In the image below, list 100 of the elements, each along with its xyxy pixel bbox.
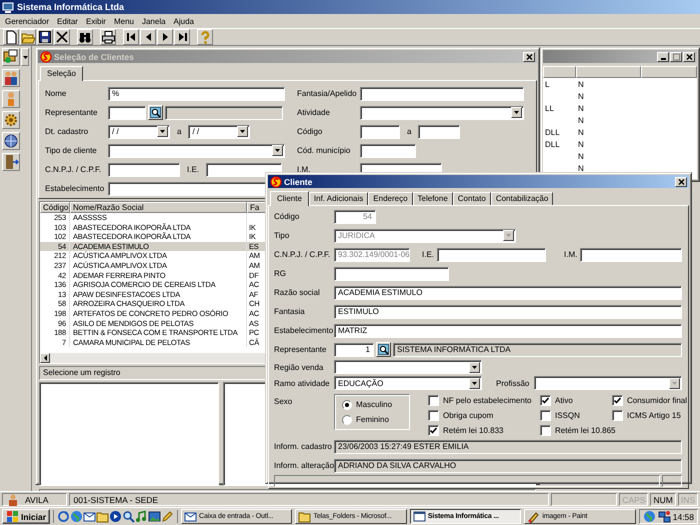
tab[interactable]: Contabilização bbox=[490, 192, 554, 205]
tab[interactable]: Endereço bbox=[368, 192, 413, 205]
close-button[interactable] bbox=[683, 52, 695, 62]
column-header[interactable] bbox=[543, 66, 576, 78]
scroll-left-button[interactable] bbox=[40, 353, 50, 363]
input-field[interactable] bbox=[360, 86, 524, 100]
dropdown-field[interactable] bbox=[360, 106, 524, 120]
menu-item[interactable]: Menu bbox=[110, 16, 138, 26]
field-label: Profissão bbox=[496, 378, 530, 388]
delete-button[interactable] bbox=[54, 29, 70, 45]
close-button[interactable] bbox=[675, 176, 687, 186]
menu-item[interactable]: Janela bbox=[138, 16, 170, 26]
next-record-button[interactable] bbox=[157, 29, 173, 45]
input-field[interactable] bbox=[418, 124, 460, 138]
column-header[interactable] bbox=[641, 66, 697, 78]
pencil-icon[interactable] bbox=[161, 510, 174, 523]
checkbox[interactable] bbox=[612, 410, 623, 421]
menu-item[interactable]: Ajuda bbox=[170, 16, 198, 26]
tab[interactable]: Seleção bbox=[40, 66, 83, 81]
field-label: Atividade bbox=[297, 108, 331, 117]
date-field[interactable]: / / bbox=[108, 124, 170, 138]
dropdown-field[interactable] bbox=[334, 360, 482, 374]
tab[interactable]: Telefone bbox=[412, 192, 453, 205]
table-cell: N bbox=[578, 104, 584, 113]
previous-record-button[interactable] bbox=[140, 29, 156, 45]
dropdown-button[interactable] bbox=[157, 126, 168, 137]
globe-button[interactable] bbox=[2, 132, 20, 150]
input-field[interactable] bbox=[360, 144, 416, 158]
first-record-button[interactable] bbox=[123, 29, 139, 45]
tab[interactable]: Cliente bbox=[270, 191, 309, 206]
logo-icon bbox=[270, 176, 282, 188]
checkbox[interactable] bbox=[428, 410, 439, 421]
binoculars-button[interactable] bbox=[77, 29, 93, 45]
input-field[interactable] bbox=[206, 162, 282, 176]
field-label: Nome bbox=[45, 89, 68, 98]
save-button[interactable] bbox=[37, 29, 53, 45]
dropdown-button[interactable] bbox=[237, 126, 248, 137]
radio-button[interactable] bbox=[342, 400, 352, 410]
exit-door-button[interactable] bbox=[2, 153, 20, 171]
input-field[interactable] bbox=[437, 248, 546, 262]
new-document-button[interactable] bbox=[3, 29, 19, 45]
column-header[interactable]: Nome/Razão Social bbox=[70, 202, 247, 213]
close-button[interactable] bbox=[523, 52, 535, 62]
input-field[interactable] bbox=[580, 248, 682, 262]
help-button[interactable] bbox=[197, 29, 213, 45]
checkmark-icon bbox=[613, 396, 622, 405]
column-header[interactable]: Código bbox=[40, 202, 70, 213]
gear-button[interactable] bbox=[2, 111, 20, 129]
input-field[interactable]: 1 bbox=[334, 342, 374, 356]
date-field[interactable]: / / bbox=[188, 124, 250, 138]
dropdown-button[interactable] bbox=[469, 362, 480, 372]
column-header[interactable] bbox=[576, 66, 641, 78]
lookup-button[interactable] bbox=[376, 342, 391, 357]
readonly-field[interactable] bbox=[165, 106, 283, 120]
menu-item[interactable]: Exibir bbox=[82, 16, 110, 26]
play-icon[interactable] bbox=[109, 510, 122, 523]
folder-icon[interactable] bbox=[96, 510, 110, 523]
open-folder-button[interactable] bbox=[20, 29, 36, 45]
dropdown-button[interactable] bbox=[21, 48, 29, 66]
printer-button[interactable] bbox=[100, 29, 116, 45]
readonly-field[interactable]: ADRIANO DA SILVA CARVALHO bbox=[334, 458, 682, 472]
lookup-button[interactable] bbox=[148, 105, 163, 120]
checkbox[interactable] bbox=[428, 395, 439, 406]
readonly-field[interactable]: SISTEMA INFORMÁTICA LTDA bbox=[393, 342, 682, 356]
checkbox[interactable] bbox=[612, 395, 623, 406]
last-record-button[interactable] bbox=[174, 29, 190, 45]
dropdown-button[interactable] bbox=[511, 107, 522, 118]
tab[interactable]: Contato bbox=[452, 192, 491, 205]
checkbox[interactable] bbox=[540, 425, 551, 436]
landscape-icon[interactable] bbox=[148, 510, 162, 523]
max-button[interactable] bbox=[670, 52, 682, 62]
people-button[interactable] bbox=[2, 69, 20, 87]
input-field[interactable]: MATRIZ bbox=[334, 324, 682, 338]
menu-item[interactable]: Editar bbox=[53, 16, 82, 26]
menu-item[interactable]: Gerenciador bbox=[1, 16, 54, 26]
min-button[interactable] bbox=[657, 52, 669, 62]
checkbox[interactable] bbox=[428, 425, 439, 436]
dropdown-button[interactable] bbox=[272, 145, 283, 156]
tab[interactable]: Inf. Adicionais bbox=[308, 192, 368, 205]
input-field[interactable] bbox=[360, 124, 400, 138]
dropdown-field[interactable] bbox=[108, 144, 285, 158]
input-field[interactable] bbox=[108, 162, 180, 176]
input-field[interactable] bbox=[334, 266, 449, 280]
input-field[interactable] bbox=[108, 106, 146, 120]
person-button[interactable] bbox=[2, 90, 20, 108]
checkbox[interactable] bbox=[540, 395, 551, 406]
input-field[interactable]: % bbox=[108, 86, 285, 100]
network-icon[interactable] bbox=[658, 510, 671, 523]
dropdown-button[interactable] bbox=[469, 378, 480, 388]
dropdown-field[interactable]: EDUCAÇÃO bbox=[334, 376, 482, 390]
start-button[interactable]: Iniciar bbox=[2, 509, 50, 524]
envelope-icon[interactable] bbox=[83, 510, 96, 523]
search-icon[interactable] bbox=[122, 510, 136, 523]
input-field[interactable]: ESTIMULO bbox=[334, 304, 682, 318]
table-cell: DLL bbox=[545, 128, 560, 137]
readonly-field[interactable]: 23/06/2003 15:27:49 ESTER EMILIA bbox=[334, 440, 682, 454]
radio-button[interactable] bbox=[342, 414, 352, 424]
checkbox[interactable] bbox=[540, 410, 551, 421]
input-field[interactable]: ACADEMIA ESTIMULO bbox=[334, 286, 682, 300]
cards-button[interactable] bbox=[2, 48, 20, 66]
